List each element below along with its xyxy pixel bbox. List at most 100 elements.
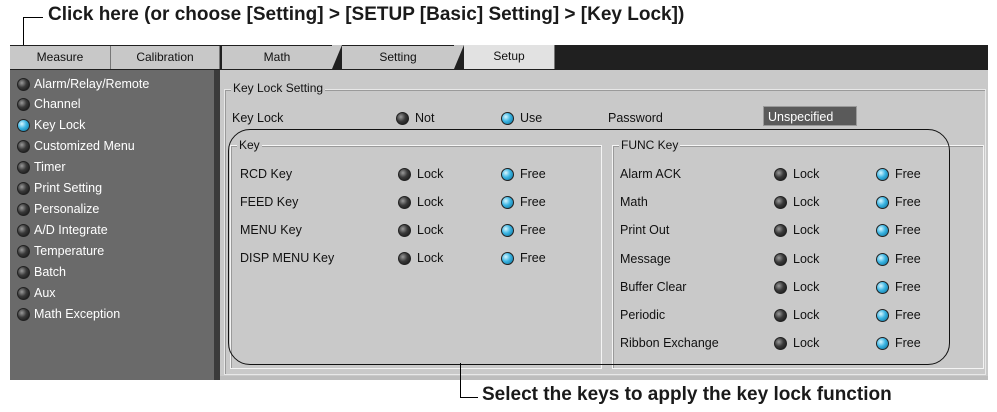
radio-on-icon	[876, 280, 889, 294]
radio-on-icon	[501, 251, 514, 265]
sidebar-item-customized-menu[interactable]: Customized Menu	[17, 136, 135, 156]
radio-off-icon	[17, 181, 30, 195]
rcd-key-lock-radio[interactable]: Lock	[398, 166, 443, 182]
sidebar-item-ad-integrate[interactable]: A/D Integrate	[17, 220, 108, 240]
option-label: Lock	[417, 167, 444, 181]
buffer-clear-lock-radio[interactable]: Lock	[774, 279, 819, 295]
radio-off-icon	[17, 202, 30, 216]
option-label: Lock	[793, 280, 820, 294]
key-lock-option-not[interactable]: Not	[396, 110, 434, 126]
sidebar-item-batch[interactable]: Batch	[17, 262, 66, 282]
sidebar-item-label: A/D Integrate	[34, 223, 108, 237]
sidebar-item-label: Math Exception	[34, 307, 121, 321]
sidebar-item-personalize[interactable]: Personalize	[17, 199, 99, 219]
message-lock-radio[interactable]: Lock	[774, 251, 819, 267]
periodic-free-radio[interactable]: Free	[876, 307, 921, 323]
alarm-ack-free-radio[interactable]: Free	[876, 166, 921, 182]
option-label: Free	[520, 167, 546, 181]
key-lock-option-use[interactable]: Use	[501, 110, 542, 126]
tab-setting[interactable]: Setting	[342, 46, 455, 69]
radio-on-icon	[17, 118, 30, 132]
sidebar-item-label: Temperature	[34, 244, 105, 258]
tab-bar: Measure Calibration Math Setting Setup	[10, 45, 988, 70]
sidebar-item-label: Aux	[34, 286, 56, 300]
radio-on-icon	[876, 252, 889, 266]
option-label: Lock	[793, 223, 820, 237]
func-row-label: Ribbon Exchange	[620, 336, 719, 350]
feed-key-free-radio[interactable]: Free	[501, 194, 546, 210]
callout-bottom-leader	[460, 363, 478, 398]
tab-math[interactable]: Math	[222, 46, 333, 69]
main-panel: Key Lock Setting Key Lock Not Use Passwo…	[220, 70, 988, 380]
sidebar-item-label: Personalize	[34, 202, 100, 216]
menu-key-free-radio[interactable]: Free	[501, 222, 546, 238]
feed-key-lock-radio[interactable]: Lock	[398, 194, 443, 210]
option-label: Free	[895, 195, 921, 209]
sidebar-item-channel[interactable]: Channel	[17, 94, 81, 114]
menu-key-lock-radio[interactable]: Lock	[398, 222, 443, 238]
radio-off-icon	[17, 286, 30, 300]
sidebar-item-alarm-relay-remote[interactable]: Alarm/Relay/Remote	[17, 74, 149, 94]
option-label: Free	[520, 223, 546, 237]
key-row-label: FEED Key	[240, 195, 299, 209]
ribbon-exchange-lock-radio[interactable]: Lock	[774, 335, 819, 351]
buffer-clear-free-radio[interactable]: Free	[876, 279, 921, 295]
radio-on-icon	[501, 111, 514, 125]
radio-off-icon	[398, 223, 411, 237]
sidebar-item-label: Batch	[34, 265, 66, 279]
print-out-lock-radio[interactable]: Lock	[774, 222, 819, 238]
radio-off-icon	[17, 244, 30, 258]
radio-off-icon	[17, 265, 30, 279]
sidebar-item-key-lock[interactable]: Key Lock	[17, 115, 85, 135]
radio-off-icon	[398, 195, 411, 209]
sidebar-item-math-exception[interactable]: Math Exception	[17, 304, 120, 324]
sidebar-item-label: Print Setting	[34, 181, 103, 195]
option-label: Free	[895, 336, 921, 350]
sidebar-item-label: Customized Menu	[34, 139, 135, 153]
key-lock-label: Key Lock	[232, 111, 284, 125]
sidebar-item-temperature[interactable]: Temperature	[17, 241, 104, 261]
sidebar-item-timer[interactable]: Timer	[17, 157, 65, 177]
key-row-label: RCD Key	[240, 167, 293, 181]
math-free-radio[interactable]: Free	[876, 194, 921, 210]
option-label: Lock	[417, 195, 444, 209]
radio-off-icon	[774, 308, 787, 322]
option-label: Free	[520, 195, 546, 209]
func-row-label: Periodic	[620, 308, 666, 322]
radio-on-icon	[876, 167, 889, 181]
radio-off-icon	[17, 97, 30, 111]
radio-off-icon	[17, 223, 30, 237]
rcd-key-free-radio[interactable]: Free	[501, 166, 546, 182]
option-label: Lock	[793, 308, 820, 322]
sidebar-item-label: Key Lock	[34, 118, 86, 132]
radio-on-icon	[876, 308, 889, 322]
func-row-label: Buffer Clear	[620, 280, 687, 294]
radio-off-icon	[398, 251, 411, 265]
periodic-lock-radio[interactable]: Lock	[774, 307, 819, 323]
math-lock-radio[interactable]: Lock	[774, 194, 819, 210]
option-label: Use	[520, 111, 543, 125]
tab-measure[interactable]: Measure	[10, 46, 111, 69]
alarm-ack-lock-radio[interactable]: Lock	[774, 166, 819, 182]
print-out-free-radio[interactable]: Free	[876, 222, 921, 238]
radio-off-icon	[774, 223, 787, 237]
callout-top-leader	[23, 17, 43, 18]
tab-setup[interactable]: Setup	[464, 45, 555, 69]
password-field[interactable]: Unspecified	[763, 106, 857, 126]
radio-off-icon	[17, 77, 30, 91]
message-free-radio[interactable]: Free	[876, 251, 921, 267]
key-group-title: Key	[237, 138, 262, 152]
top-callout-text: Click here (or choose [Setting] > [SETUP…	[48, 4, 685, 25]
disp-menu-key-lock-radio[interactable]: Lock	[398, 250, 443, 266]
func-key-group-title: FUNC Key	[619, 138, 681, 152]
radio-off-icon	[17, 139, 30, 153]
disp-menu-key-free-radio[interactable]: Free	[501, 250, 546, 266]
ribbon-exchange-free-radio[interactable]: Free	[876, 335, 921, 351]
sidebar-item-label: Alarm/Relay/Remote	[34, 77, 150, 91]
tab-calibration[interactable]: Calibration	[111, 46, 220, 69]
radio-off-icon	[774, 195, 787, 209]
radio-off-icon	[17, 160, 30, 174]
sidebar-item-aux[interactable]: Aux	[17, 283, 56, 303]
sidebar-item-print-setting[interactable]: Print Setting	[17, 178, 102, 198]
radio-off-icon	[396, 111, 409, 125]
